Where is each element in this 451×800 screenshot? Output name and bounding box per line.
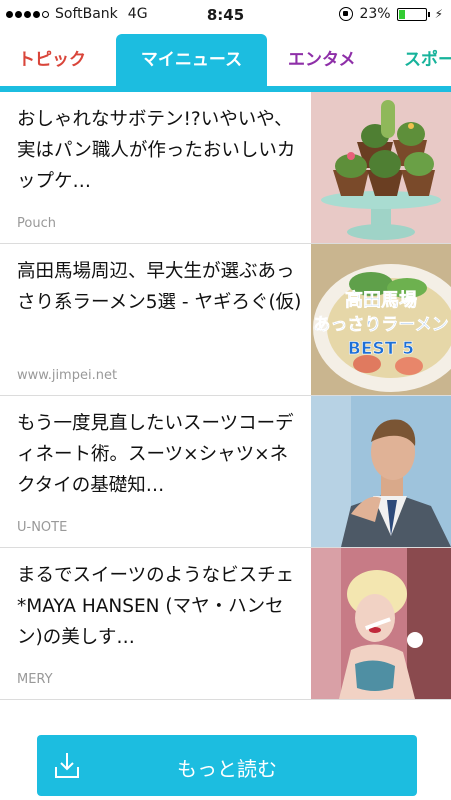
article-item[interactable]: おしゃれなサボテン!?いやいや、実はパン職人が作ったおいしいカップケ… Pouc… — [0, 92, 451, 244]
pinup-woman-image — [311, 548, 451, 699]
thumbnail-caption-line2: あっさりラーメン — [313, 315, 448, 335]
suit-man-image — [311, 396, 451, 547]
tab-topics[interactable]: トピック — [18, 34, 86, 86]
ramen-image: 高田馬場 あっさりラーメン BEST 5 — [311, 244, 451, 395]
tab-entertainment[interactable]: エンタメ — [288, 34, 356, 86]
article-item[interactable]: まるでスイーツのようなビスチェ*MAYA HANSEN (マヤ・ハンセン)の美し… — [0, 548, 451, 700]
article-title: まるでスイーツのようなビスチェ*MAYA HANSEN (マヤ・ハンセン)の美し… — [17, 565, 295, 648]
article-list: おしゃれなサボテン!?いやいや、実はパン職人が作ったおいしいカップケ… Pouc… — [0, 92, 451, 700]
battery-percent: 23% — [359, 6, 391, 22]
article-title: 高田馬場周辺、早大生が選ぶあっさり系ラーメン5選 - ヤギろぐ(仮) — [17, 261, 302, 313]
article-item[interactable]: 高田馬場周辺、早大生が選ぶあっさり系ラーメン5選 - ヤギろぐ(仮) www.j… — [0, 244, 451, 396]
article-source: U-NOTE — [17, 520, 68, 535]
load-more-button[interactable]: もっと読む — [37, 735, 417, 796]
article-source: MERY — [17, 672, 53, 687]
tab-my-news[interactable]: マイニュース — [116, 34, 267, 86]
battery-icon — [396, 7, 430, 21]
article-title: もう一度見直したいスーツコーディネート術。スーツ×シャツ×ネクタイの基礎知… — [17, 413, 294, 496]
article-source: www.jimpei.net — [17, 368, 118, 383]
rotation-lock-icon — [339, 7, 354, 21]
article-source: Pouch — [17, 216, 56, 231]
category-tabs: トピック マイニュース エンタメ スポー — [0, 34, 451, 90]
status-bar: SoftBank 4G 8:45 23% ⚡ — [0, 0, 451, 30]
article-title: おしゃれなサボテン!?いやいや、実はパン職人が作ったおいしいカップケ… — [17, 109, 296, 192]
thumbnail-caption-line3: BEST 5 — [348, 339, 414, 359]
charging-icon: ⚡ — [434, 7, 443, 21]
load-more-label: もっと読む — [177, 757, 277, 781]
tab-sports[interactable]: スポー — [404, 34, 451, 86]
thumbnail-caption-line1: 高田馬場 — [345, 289, 417, 311]
cactus-cupcakes-image — [311, 92, 451, 243]
article-item[interactable]: もう一度見直したいスーツコーディネート術。スーツ×シャツ×ネクタイの基礎知… U… — [0, 396, 451, 548]
